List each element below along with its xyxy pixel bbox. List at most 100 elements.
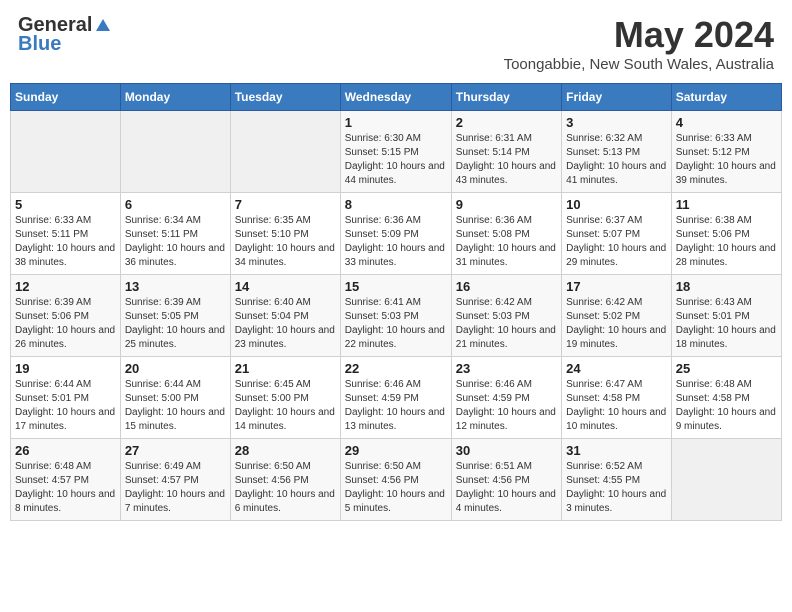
calendar-cell: 15 Sunrise: 6:41 AM Sunset: 5:03 PM Dayli… [340, 275, 451, 357]
day-info: Sunrise: 6:50 AM Sunset: 4:56 PM Dayligh… [235, 460, 336, 516]
page-header: General Blue May 2024 Toongabbie, New So… [10, 10, 782, 77]
calendar-cell: 30 Sunrise: 6:51 AM Sunset: 4:56 PM Dayli… [451, 439, 561, 521]
calendar-cell: 7 Sunrise: 6:35 AM Sunset: 5:10 PM Daylig… [230, 193, 340, 275]
day-info: Sunrise: 6:44 AM Sunset: 5:00 PM Dayligh… [125, 378, 226, 434]
calendar-cell: 3 Sunrise: 6:32 AM Sunset: 5:13 PM Daylig… [562, 111, 672, 193]
day-info: Sunrise: 6:46 AM Sunset: 4:59 PM Dayligh… [345, 378, 447, 434]
day-info: Sunrise: 6:48 AM Sunset: 4:57 PM Dayligh… [15, 460, 116, 516]
calendar-cell: 27 Sunrise: 6:49 AM Sunset: 4:57 PM Dayli… [120, 439, 230, 521]
day-number: 23 [456, 361, 557, 376]
calendar-week-row: 19Sunrise: 6:44 AM Sunset: 5:01 PM Dayli… [11, 357, 782, 439]
calendar-cell: 20 Sunrise: 6:44 AM Sunset: 5:00 PM Dayli… [120, 357, 230, 439]
day-info: Sunrise: 6:51 AM Sunset: 4:56 PM Dayligh… [456, 460, 557, 516]
day-number: 30 [456, 443, 557, 458]
weekday-header-tuesday: Tuesday [230, 84, 340, 111]
calendar-cell: 31Sunrise: 6:52 AM Sunset: 4:55 PM Dayli… [562, 439, 672, 521]
calendar-cell: 10Sunrise: 6:37 AM Sunset: 5:07 PM Dayli… [562, 193, 672, 275]
day-info: Sunrise: 6:48 AM Sunset: 4:58 PM Dayligh… [676, 378, 777, 434]
calendar-week-row: 26 Sunrise: 6:48 AM Sunset: 4:57 PM Dayli… [11, 439, 782, 521]
calendar-week-row: 12Sunrise: 6:39 AM Sunset: 5:06 PM Dayli… [11, 275, 782, 357]
calendar-cell: 17 Sunrise: 6:42 AM Sunset: 5:02 PM Dayli… [562, 275, 672, 357]
weekday-header-sunday: Sunday [11, 84, 121, 111]
weekday-header-wednesday: Wednesday [340, 84, 451, 111]
day-number: 3 [566, 115, 667, 130]
day-number: 10 [566, 197, 667, 212]
logo: General Blue [18, 14, 112, 56]
calendar-cell: 14 Sunrise: 6:40 AM Sunset: 5:04 PM Dayli… [230, 275, 340, 357]
calendar-cell: 6Sunrise: 6:34 AM Sunset: 5:11 PM Daylig… [120, 193, 230, 275]
day-number: 14 [235, 279, 336, 294]
day-info: Sunrise: 6:39 AM Sunset: 5:05 PM Dayligh… [125, 296, 226, 352]
calendar-cell: 24Sunrise: 6:47 AM Sunset: 4:58 PM Dayli… [562, 357, 672, 439]
logo-blue-text: Blue [18, 33, 61, 56]
day-number: 29 [345, 443, 447, 458]
day-info: Sunrise: 6:35 AM Sunset: 5:10 PM Dayligh… [235, 214, 336, 270]
title-section: May 2024 Toongabbie, New South Wales, Au… [504, 14, 774, 73]
calendar-cell: 23 Sunrise: 6:46 AM Sunset: 4:59 PM Dayli… [451, 357, 561, 439]
day-info: Sunrise: 6:52 AM Sunset: 4:55 PM Dayligh… [566, 460, 667, 516]
calendar-cell: 2Sunrise: 6:31 AM Sunset: 5:14 PM Daylig… [451, 111, 561, 193]
day-info: Sunrise: 6:40 AM Sunset: 5:04 PM Dayligh… [235, 296, 336, 352]
location: Toongabbie, New South Wales, Australia [504, 56, 774, 73]
day-number: 20 [125, 361, 226, 376]
logo-icon [94, 17, 112, 35]
calendar-cell [120, 111, 230, 193]
day-info: Sunrise: 6:49 AM Sunset: 4:57 PM Dayligh… [125, 460, 226, 516]
day-info: Sunrise: 6:42 AM Sunset: 5:02 PM Dayligh… [566, 296, 667, 352]
calendar-week-row: 1Sunrise: 6:30 AM Sunset: 5:15 PM Daylig… [11, 111, 782, 193]
day-number: 13 [125, 279, 226, 294]
day-number: 7 [235, 197, 336, 212]
day-number: 9 [456, 197, 557, 212]
calendar-cell [11, 111, 121, 193]
day-number: 16 [456, 279, 557, 294]
day-info: Sunrise: 6:50 AM Sunset: 4:56 PM Dayligh… [345, 460, 447, 516]
day-info: Sunrise: 6:45 AM Sunset: 5:00 PM Dayligh… [235, 378, 336, 434]
day-info: Sunrise: 6:32 AM Sunset: 5:13 PM Dayligh… [566, 132, 667, 188]
day-number: 15 [345, 279, 447, 294]
calendar-cell: 12Sunrise: 6:39 AM Sunset: 5:06 PM Dayli… [11, 275, 121, 357]
calendar-cell: 28 Sunrise: 6:50 AM Sunset: 4:56 PM Dayli… [230, 439, 340, 521]
calendar-cell [671, 439, 781, 521]
month-title: May 2024 [504, 14, 774, 56]
day-number: 2 [456, 115, 557, 130]
calendar-cell: 1Sunrise: 6:30 AM Sunset: 5:15 PM Daylig… [340, 111, 451, 193]
calendar-table: SundayMondayTuesdayWednesdayThursdayFrid… [10, 83, 782, 521]
calendar-cell: 4 Sunrise: 6:33 AM Sunset: 5:12 PM Daylig… [671, 111, 781, 193]
day-number: 22 [345, 361, 447, 376]
day-number: 17 [566, 279, 667, 294]
day-number: 4 [676, 115, 777, 130]
day-info: Sunrise: 6:46 AM Sunset: 4:59 PM Dayligh… [456, 378, 557, 434]
day-number: 11 [676, 197, 777, 212]
day-number: 27 [125, 443, 226, 458]
day-info: Sunrise: 6:33 AM Sunset: 5:11 PM Dayligh… [15, 214, 116, 270]
weekday-header-thursday: Thursday [451, 84, 561, 111]
day-info: Sunrise: 6:33 AM Sunset: 5:12 PM Dayligh… [676, 132, 777, 188]
day-number: 24 [566, 361, 667, 376]
calendar-cell: 22 Sunrise: 6:46 AM Sunset: 4:59 PM Dayli… [340, 357, 451, 439]
calendar-cell: 8 Sunrise: 6:36 AM Sunset: 5:09 PM Daylig… [340, 193, 451, 275]
day-info: Sunrise: 6:42 AM Sunset: 5:03 PM Dayligh… [456, 296, 557, 352]
day-number: 8 [345, 197, 447, 212]
calendar-cell: 18Sunrise: 6:43 AM Sunset: 5:01 PM Dayli… [671, 275, 781, 357]
day-number: 21 [235, 361, 336, 376]
calendar-cell: 26 Sunrise: 6:48 AM Sunset: 4:57 PM Dayli… [11, 439, 121, 521]
weekday-header-saturday: Saturday [671, 84, 781, 111]
calendar-week-row: 5 Sunrise: 6:33 AM Sunset: 5:11 PM Daylig… [11, 193, 782, 275]
day-info: Sunrise: 6:43 AM Sunset: 5:01 PM Dayligh… [676, 296, 777, 352]
day-number: 19 [15, 361, 116, 376]
day-info: Sunrise: 6:36 AM Sunset: 5:09 PM Dayligh… [345, 214, 447, 270]
weekday-header-monday: Monday [120, 84, 230, 111]
calendar-cell: 19Sunrise: 6:44 AM Sunset: 5:01 PM Dayli… [11, 357, 121, 439]
day-number: 26 [15, 443, 116, 458]
day-number: 5 [15, 197, 116, 212]
day-info: Sunrise: 6:38 AM Sunset: 5:06 PM Dayligh… [676, 214, 777, 270]
weekday-header-friday: Friday [562, 84, 672, 111]
day-number: 28 [235, 443, 336, 458]
calendar-cell: 13 Sunrise: 6:39 AM Sunset: 5:05 PM Dayli… [120, 275, 230, 357]
day-info: Sunrise: 6:41 AM Sunset: 5:03 PM Dayligh… [345, 296, 447, 352]
day-number: 1 [345, 115, 447, 130]
calendar-cell: 11 Sunrise: 6:38 AM Sunset: 5:06 PM Dayli… [671, 193, 781, 275]
calendar-cell [230, 111, 340, 193]
calendar-cell: 16 Sunrise: 6:42 AM Sunset: 5:03 PM Dayli… [451, 275, 561, 357]
calendar-cell: 25Sunrise: 6:48 AM Sunset: 4:58 PM Dayli… [671, 357, 781, 439]
